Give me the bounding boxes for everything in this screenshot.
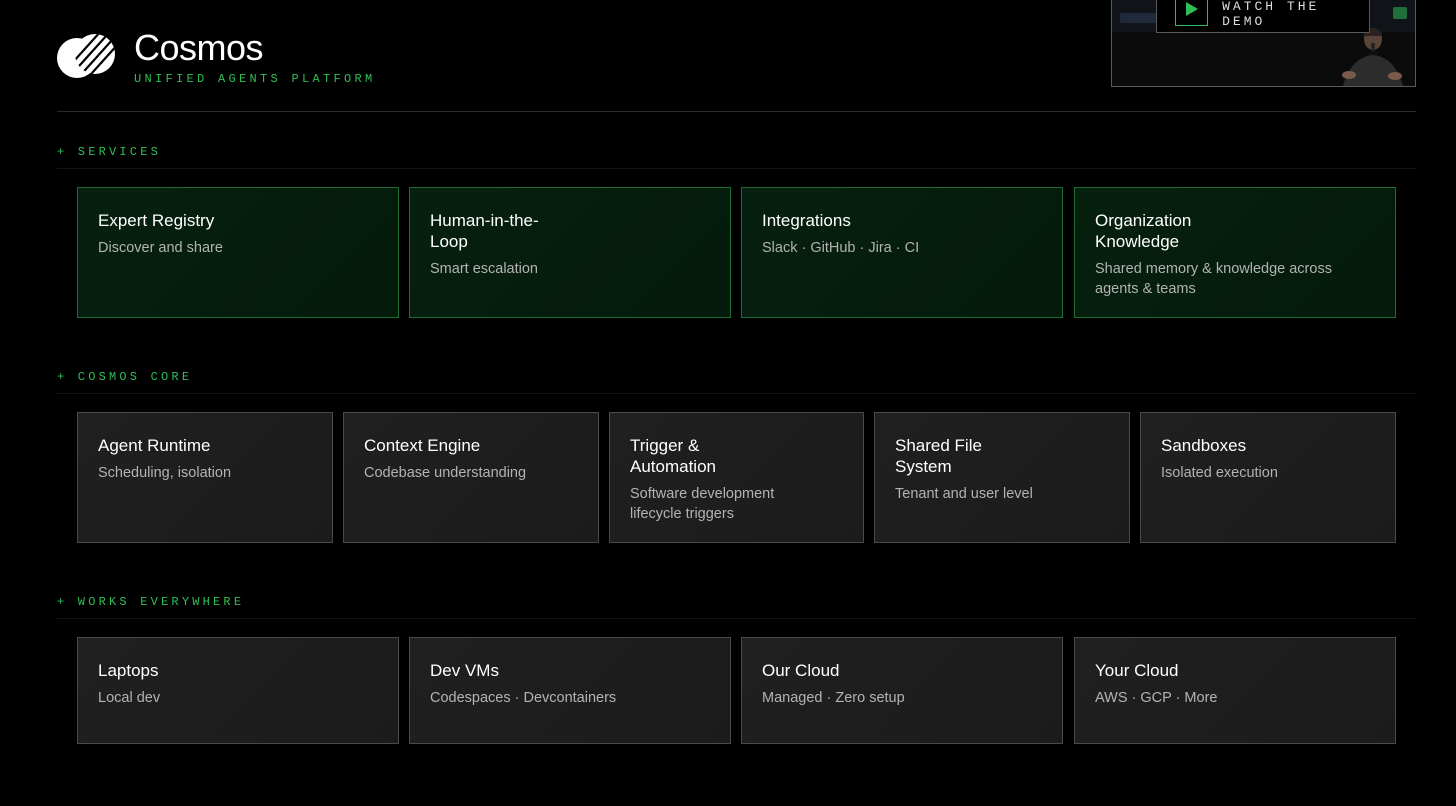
card-title: Agent Runtime <box>98 436 211 455</box>
video-preview-bar <box>1120 13 1156 23</box>
card-agent-runtime[interactable]: Agent Runtime Scheduling, isolation <box>77 412 333 543</box>
watch-demo-label: WATCH THE DEMO <box>1222 0 1320 29</box>
section-rule-works-everywhere <box>57 618 1416 619</box>
card-sandboxes[interactable]: Sandboxes Isolated execution <box>1140 412 1396 543</box>
card-human-in-the-loop[interactable]: Human-in-the- Loop Smart escalation <box>409 187 731 318</box>
section-rule-core <box>57 393 1416 394</box>
card-title: Dev VMs <box>430 661 499 680</box>
card-description: Codespaces · Devcontainers <box>430 690 617 706</box>
section-label-core: + COSMOS CORE <box>57 370 193 384</box>
card-expert-registry[interactable]: Expert Registry Discover and share <box>77 187 399 318</box>
card-integrations[interactable]: Integrations Slack · GitHub · Jira · CI <box>741 187 1063 318</box>
card-title: Integrations <box>762 211 851 230</box>
section-label-works-everywhere: + WORKS EVERYWHERE <box>57 595 245 609</box>
card-organization-knowledge[interactable]: Organization Knowledge Shared memory & k… <box>1074 187 1396 318</box>
card-description: Discover and share <box>98 240 223 256</box>
demo-video-thumbnail[interactable]: WATCH THE DEMO <box>1111 0 1416 87</box>
card-shared-file-system[interactable]: Shared File System Tenant and user level <box>874 412 1130 543</box>
card-description: Tenant and user level <box>895 486 1033 502</box>
cosmos-logo-icon <box>57 34 115 78</box>
brand-title: Cosmos <box>134 27 264 68</box>
card-description: Scheduling, isolation <box>98 465 232 481</box>
section-label-services: + SERVICES <box>57 145 162 159</box>
card-trigger-automation[interactable]: Trigger & Automation Software developmen… <box>609 412 864 543</box>
card-description: Isolated execution <box>1161 465 1278 481</box>
card-description: Shared memory & knowledge across agents … <box>1095 261 1332 297</box>
watch-demo-button[interactable]: WATCH THE DEMO <box>1156 0 1370 33</box>
brand-subtitle: UNIFIED AGENTS PLATFORM <box>134 72 376 86</box>
play-icon <box>1175 0 1209 26</box>
card-description: Slack · GitHub · Jira · CI <box>762 240 920 256</box>
card-title: Expert Registry <box>98 211 215 230</box>
card-title: Human-in-the- Loop <box>430 211 539 251</box>
card-description: Codebase understanding <box>364 465 527 481</box>
card-your-cloud[interactable]: Your Cloud AWS · GCP · More <box>1074 637 1396 744</box>
section-rule-services <box>57 168 1416 169</box>
card-title: Trigger & Automation <box>630 436 716 476</box>
card-title: Your Cloud <box>1095 661 1179 680</box>
card-title: Sandboxes <box>1161 436 1247 455</box>
page: Cosmos UNIFIED AGENTS PLATFORM WATCH THE… <box>0 0 1456 806</box>
card-our-cloud[interactable]: Our Cloud Managed · Zero setup <box>741 637 1063 744</box>
card-description: Smart escalation <box>430 261 538 277</box>
card-context-engine[interactable]: Context Engine Codebase understanding <box>343 412 599 543</box>
card-dev-vms[interactable]: Dev VMs Codespaces · Devcontainers <box>409 637 731 744</box>
video-preview-tab <box>1393 7 1407 19</box>
card-laptops[interactable]: Laptops Local dev <box>77 637 399 744</box>
card-description: Software development lifecycle triggers <box>630 486 775 522</box>
card-title: Our Cloud <box>762 661 840 680</box>
card-title: Organization Knowledge <box>1095 211 1192 251</box>
card-description: AWS · GCP · More <box>1095 690 1218 706</box>
card-description: Managed · Zero setup <box>762 690 905 706</box>
card-title: Shared File System <box>895 436 982 476</box>
card-title: Laptops <box>98 661 159 680</box>
card-description: Local dev <box>98 690 161 706</box>
header-divider <box>57 111 1416 112</box>
card-title: Context Engine <box>364 436 481 455</box>
